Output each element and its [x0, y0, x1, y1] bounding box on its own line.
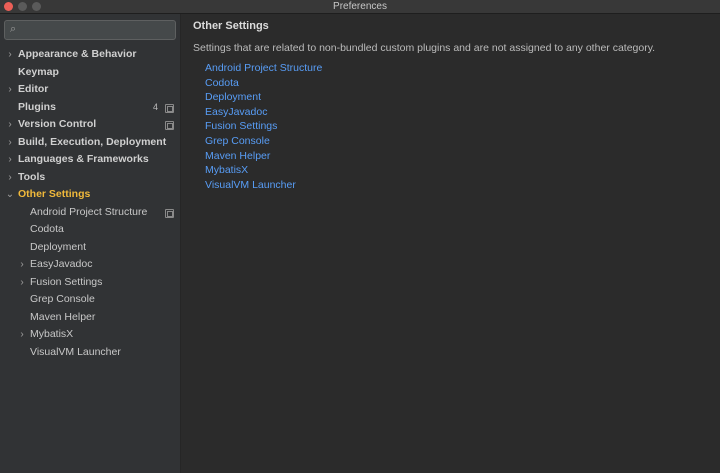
link-visualvm-launcher[interactable]: VisualVM Launcher	[205, 178, 322, 193]
sidebar-item-label: VisualVM Launcher	[30, 345, 121, 358]
chevron-right-icon[interactable]: ›	[5, 134, 15, 152]
sidebar-item-label: EasyJavadoc	[30, 258, 93, 270]
chevron-right-icon[interactable]: ›	[5, 116, 15, 134]
sidebar-item-label: Grep Console	[30, 293, 95, 305]
link-easyjavadoc[interactable]: EasyJavadoc	[205, 105, 322, 120]
project-level-icon	[165, 208, 174, 218]
sidebar-item-appearance-behavior[interactable]: › Appearance & Behavior	[0, 46, 180, 64]
sidebar-item-mybatisx[interactable]: › MybatisX	[0, 326, 180, 344]
page-description: Settings that are related to non-bundled…	[193, 42, 656, 54]
sidebar-item-keymap[interactable]: Keymap	[0, 64, 180, 82]
sidebar-item-version-control[interactable]: › Version Control	[0, 116, 180, 134]
link-maven-helper[interactable]: Maven Helper	[205, 149, 322, 164]
sidebar-item-label: MybatisX	[30, 328, 74, 340]
sidebar-item-label: Build, Execution, Deployment	[18, 135, 167, 148]
sidebar-item-label: Plugins	[18, 100, 56, 113]
sidebar-item-label: Editor	[18, 83, 49, 95]
title-bar: Preferences	[0, 0, 720, 14]
sidebar-item-label: Codota	[30, 223, 64, 235]
link-deployment[interactable]: Deployment	[205, 90, 322, 105]
plugin-links: Android Project Structure Codota Deploymen…	[205, 61, 322, 192]
sidebar-item-maven-helper[interactable]: Maven Helper	[0, 309, 180, 327]
sidebar-item-easyjavadoc[interactable]: › EasyJavadoc	[0, 256, 180, 274]
sidebar-item-grep-console[interactable]: Grep Console	[0, 291, 180, 309]
sidebar-item-label: Version Control	[18, 118, 97, 130]
chevron-right-icon[interactable]: ›	[17, 274, 27, 292]
sidebar-item-editor[interactable]: › Editor	[0, 81, 180, 99]
sidebar-item-tools[interactable]: › Tools	[0, 169, 180, 187]
chevron-right-icon[interactable]: ›	[5, 169, 15, 187]
link-codota[interactable]: Codota	[205, 76, 322, 91]
sidebar-item-label: Android Project Structure	[30, 205, 148, 218]
chevron-right-icon[interactable]: ›	[17, 326, 27, 344]
chevron-right-icon[interactable]: ›	[5, 151, 15, 169]
chevron-right-icon[interactable]: ›	[5, 81, 15, 99]
project-level-icon	[165, 103, 174, 113]
chevron-down-icon[interactable]: ⌄	[5, 186, 15, 204]
chevron-right-icon[interactable]: ›	[5, 46, 15, 64]
sidebar-item-visualvm-launcher[interactable]: VisualVM Launcher	[0, 344, 180, 362]
sidebar-item-label: Appearance & Behavior	[18, 48, 137, 60]
link-mybatisx[interactable]: MybatisX	[205, 163, 322, 178]
sidebar-item-languages-frameworks[interactable]: › Languages & Frameworks	[0, 151, 180, 169]
sidebar-item-label: Keymap	[18, 65, 59, 78]
sidebar-item-label: Fusion Settings	[30, 275, 103, 288]
search-box[interactable]: ⌕	[4, 20, 176, 40]
settings-tree: › Appearance & Behavior Keymap › Editor Plugi…	[0, 46, 180, 361]
search-input[interactable]	[27, 22, 171, 40]
plugins-update-badge: 4	[152, 101, 158, 112]
link-android-project-structure[interactable]: Android Project Structure	[205, 61, 322, 76]
sidebar-item-label: Maven Helper	[30, 310, 96, 323]
sidebar-item-other-settings[interactable]: ⌄ Other Settings	[0, 186, 180, 204]
sidebar-item-android-project-structure[interactable]: Android Project Structure	[0, 204, 180, 222]
project-level-icon	[165, 121, 174, 130]
search-icon: ⌕	[10, 23, 17, 35]
settings-sidebar: ⌕ › Appearance & Behavior Keymap › Editor Plu…	[0, 14, 181, 473]
sidebar-item-deployment[interactable]: Deployment	[0, 239, 180, 257]
sidebar-item-label: Other Settings	[18, 188, 91, 200]
chevron-right-icon[interactable]: ›	[17, 256, 27, 274]
page-title: Other Settings	[193, 20, 269, 32]
sidebar-item-label: Deployment	[30, 240, 87, 253]
sidebar-item-label: Tools	[18, 170, 46, 183]
sidebar-item-plugins[interactable]: Plugins 4	[0, 99, 180, 117]
window-title: Preferences	[333, 1, 387, 12]
settings-content: Other Settings Settings that are related…	[181, 14, 720, 473]
sidebar-item-label: Languages & Frameworks	[18, 153, 149, 165]
sidebar-item-build-execution-deployment[interactable]: › Build, Execution, Deployment	[0, 134, 180, 152]
sidebar-item-fusion-settings[interactable]: › Fusion Settings	[0, 274, 180, 292]
link-fusion-settings[interactable]: Fusion Settings	[205, 119, 322, 134]
link-grep-console[interactable]: Grep Console	[205, 134, 322, 149]
sidebar-item-codota[interactable]: Codota	[0, 221, 180, 239]
